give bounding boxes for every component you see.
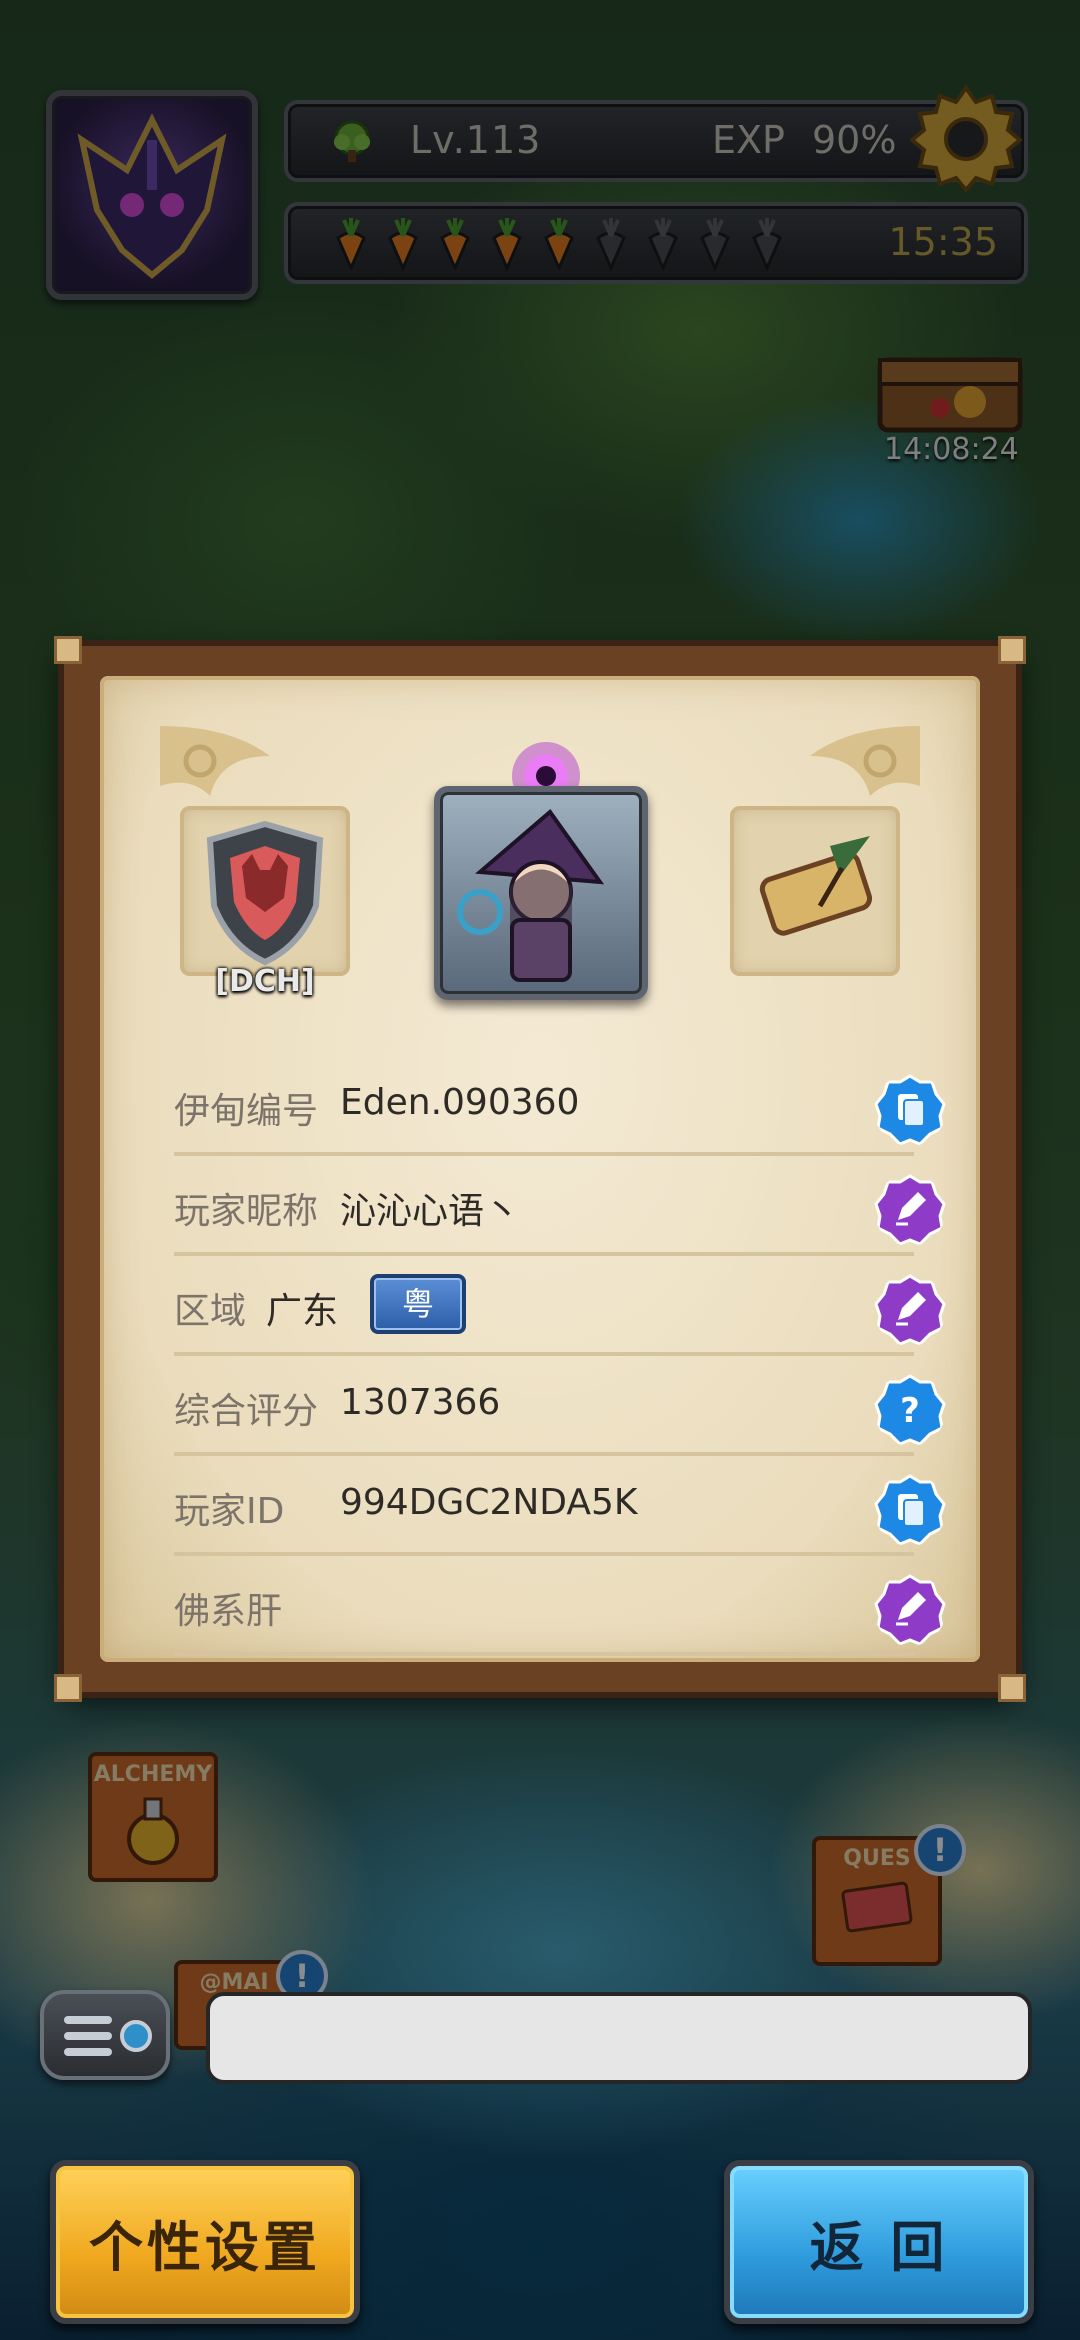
edit-icon[interactable] [874, 1274, 946, 1346]
corner-ornament [54, 636, 82, 664]
corner-ornament [998, 1674, 1026, 1702]
copy-icon[interactable] [874, 1474, 946, 1546]
hero-portrait[interactable] [434, 786, 648, 1000]
profile-panel: [DCH] 伊甸编号 Eden.090360 玩家昵称 沁沁心语丶 区域 广东粤综合 [100, 676, 980, 1662]
row-label: 综合评分 [174, 1391, 319, 1432]
guild-emblem-slot[interactable]: [DCH] [180, 806, 350, 999]
region-badge: 粤 [370, 1274, 466, 1334]
svg-text:?: ? [900, 1391, 920, 1431]
chat-message-box[interactable] [206, 1992, 1032, 2084]
help-icon[interactable]: ? [874, 1374, 946, 1446]
profile-row: 综合评分 1307366? [174, 1356, 946, 1456]
row-value: 沁沁心语丶 [340, 1191, 521, 1232]
row-value: Eden.090360 [340, 1082, 580, 1123]
profile-row: 区域 广东粤 [174, 1256, 946, 1356]
scroll-quill-icon [759, 836, 873, 936]
profile-dialog: [DCH] 伊甸编号 Eden.090360 玩家昵称 沁沁心语丶 区域 广东粤综合 [54, 636, 1026, 1702]
profile-row: 佛系肝 [174, 1556, 946, 1656]
profile-row: 玩家ID 994DGC2NDA5K [174, 1456, 946, 1556]
wolf-shield-icon [206, 820, 324, 966]
row-label: 玩家昵称 [174, 1191, 319, 1232]
corner-ornament [54, 1674, 82, 1702]
row-value: 994DGC2NDA5K [340, 1482, 638, 1523]
chat-channel-button[interactable] [40, 1990, 170, 2080]
copy-icon[interactable] [874, 1074, 946, 1146]
row-value: 1307366 [340, 1382, 501, 1423]
row-value: 广东 [266, 1291, 339, 1332]
profile-row: 伊甸编号 Eden.090360 [174, 1056, 946, 1156]
edit-icon[interactable] [874, 1174, 946, 1246]
corner-ornament [998, 636, 1026, 664]
row-label: 伊甸编号 [174, 1091, 319, 1132]
back-button[interactable]: 返 回 [724, 2160, 1034, 2324]
scroll-slot[interactable] [730, 806, 900, 976]
row-label: 佛系肝 [174, 1591, 283, 1632]
edit-icon[interactable] [874, 1574, 946, 1646]
chat-menu-icon [64, 2016, 152, 2056]
profile-row: 玩家昵称 沁沁心语丶 [174, 1156, 946, 1256]
witch-hero-icon [457, 809, 605, 982]
row-label: 区域 [174, 1291, 247, 1332]
personal-settings-button[interactable]: 个性设置 [50, 2160, 360, 2324]
row-label: 玩家ID [174, 1491, 285, 1532]
guild-tag: [DCH] [215, 964, 315, 999]
